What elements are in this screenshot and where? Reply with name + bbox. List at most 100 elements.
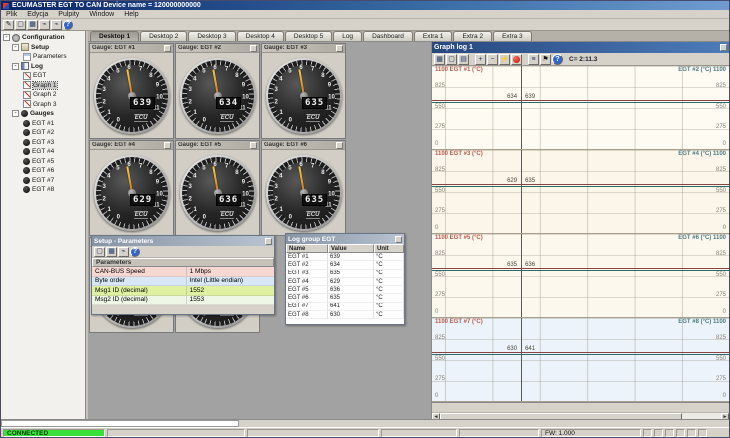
parameter-value[interactable]: 1553 xyxy=(187,296,274,305)
gauge-titlebar[interactable]: Gauge: EGT #6 xyxy=(262,141,345,150)
desktop-tab[interactable]: Desktop 3 xyxy=(188,31,235,41)
column-unit[interactable]: Unit xyxy=(374,244,404,253)
channel-list-icon[interactable]: ≡ xyxy=(528,54,539,65)
graph-cursor-line[interactable] xyxy=(521,318,522,401)
graph-cursor-line[interactable] xyxy=(521,66,522,149)
log-table-row[interactable]: EGT #1 639 °C xyxy=(286,253,404,261)
tree-item-egt-3[interactable]: EGT #3 xyxy=(1,138,85,148)
desktop-tab[interactable]: Extra 3 xyxy=(493,31,532,41)
desktop-tab[interactable]: Desktop 4 xyxy=(237,31,284,41)
parameter-value[interactable]: 1 Mbps xyxy=(187,267,274,276)
tree-item-egt-5[interactable]: EGT #5 xyxy=(1,157,85,167)
log-table-row[interactable]: EGT #7 641 °C xyxy=(286,303,404,311)
menu-edycja[interactable]: Edycja xyxy=(22,10,53,18)
gauge-menu-button[interactable] xyxy=(164,45,171,52)
menu-pulpity[interactable]: Pulpity xyxy=(53,10,84,18)
tree-item-egt[interactable]: EGT xyxy=(1,71,85,81)
stop-icon[interactable] xyxy=(511,54,522,65)
save-icon[interactable]: ▦ xyxy=(106,247,117,257)
column-value[interactable]: Value xyxy=(328,244,374,253)
gauge-menu-button[interactable] xyxy=(250,142,257,149)
parameters-window-titlebar[interactable]: Setup - Parameters xyxy=(92,236,274,246)
tree-item-egt-8[interactable]: EGT #8 xyxy=(1,185,85,195)
help-icon[interactable]: ? xyxy=(63,20,73,30)
disconnect-icon[interactable]: ⌁ xyxy=(51,20,62,30)
marker-flag-icon[interactable]: ⚑ xyxy=(540,54,551,65)
desktop-tab[interactable]: Log xyxy=(333,31,362,41)
open-icon[interactable]: ▢ xyxy=(446,54,457,65)
tree-item-egt-4[interactable]: EGT #4 xyxy=(1,147,85,157)
graph-titlebar[interactable]: Graph log 1 xyxy=(432,42,729,53)
gauge-titlebar[interactable]: Gauge: EGT #1 xyxy=(90,44,173,53)
desktop-tab[interactable]: Extra 2 xyxy=(453,31,492,41)
collapse-icon[interactable]: - xyxy=(12,44,19,51)
print-icon[interactable]: ▤ xyxy=(458,54,469,65)
zoom-out-icon[interactable]: − xyxy=(487,54,498,65)
log-table-row[interactable]: EGT #2 634 °C xyxy=(286,261,404,269)
help-icon[interactable]: ? xyxy=(552,54,563,65)
close-icon[interactable] xyxy=(265,238,272,245)
connect-icon[interactable]: ⌁ xyxy=(39,20,50,30)
menu-plik[interactable]: Plik xyxy=(1,10,22,18)
log-table-row[interactable]: EGT #8 630 °C xyxy=(286,311,404,319)
parameter-row[interactable]: CAN-BUS Speed 1 Mbps xyxy=(92,267,274,277)
tree-item-graph-1[interactable]: Graph 1 xyxy=(1,81,85,91)
gauge-menu-button[interactable] xyxy=(336,142,343,149)
log-table-row[interactable]: EGT #3 635 °C xyxy=(286,270,404,278)
tree-item-egt-2[interactable]: EGT #2 xyxy=(1,128,85,138)
graph-cursor-line[interactable] xyxy=(521,234,522,317)
desktop-tab[interactable]: Desktop 1 xyxy=(90,31,139,41)
parameter-value[interactable]: Intel (Little endian) xyxy=(187,277,274,286)
desktop-hscrollbar[interactable] xyxy=(1,420,239,427)
gauge-titlebar[interactable]: Gauge: EGT #4 xyxy=(90,141,173,150)
collapse-icon[interactable]: - xyxy=(12,63,19,70)
gauge-menu-button[interactable] xyxy=(164,142,171,149)
tree-item-graph-3[interactable]: Graph 3 xyxy=(1,100,85,110)
desktop-tab[interactable]: Desktop 2 xyxy=(140,31,187,41)
graph-strip[interactable]: 1100 EGT #3 (°C) EGT #4 (°C) 1100 825 55… xyxy=(432,150,729,234)
tree-item-setup[interactable]: - Setup xyxy=(1,43,85,53)
live-update-icon[interactable]: ⚡ xyxy=(499,54,510,65)
parameter-row[interactable]: Msg1 ID (decimal) 1552 xyxy=(92,286,274,296)
parameter-row[interactable]: Msg2 ID (decimal) 1553 xyxy=(92,296,274,306)
new-icon[interactable]: ✎ xyxy=(3,20,14,30)
desktop-tab[interactable]: Extra 1 xyxy=(414,31,453,41)
desktop-tab[interactable]: Dashboard xyxy=(363,31,413,41)
title-bar[interactable]: ECUMASTER EGT TO CAN Device name = 12000… xyxy=(1,1,729,10)
tree-item-egt-1[interactable]: EGT #1 xyxy=(1,119,85,129)
gauge-menu-button[interactable] xyxy=(336,45,343,52)
log-table-row[interactable]: EGT #4 629 °C xyxy=(286,278,404,286)
save-icon[interactable]: ▦ xyxy=(27,20,38,30)
tree-item-egt-6[interactable]: EGT #6 xyxy=(1,166,85,176)
graph-strip[interactable]: 1100 EGT #1 (°C) EGT #2 (°C) 1100 825 55… xyxy=(432,66,729,150)
graph-strip[interactable]: 1100 EGT #5 (°C) EGT #6 (°C) 1100 825 55… xyxy=(432,234,729,318)
desktop-tab[interactable]: Desktop 5 xyxy=(285,31,332,41)
graph-strip[interactable]: 1100 EGT #7 (°C) EGT #8 (°C) 1100 825 55… xyxy=(432,318,729,402)
gauge-titlebar[interactable]: Gauge: EGT #5 xyxy=(176,141,259,150)
send-icon[interactable]: ⌁ xyxy=(118,247,129,257)
tree-item-graph-2[interactable]: Graph 2 xyxy=(1,90,85,100)
tree-item-egt-7[interactable]: EGT #7 xyxy=(1,176,85,186)
tree-item-parameters[interactable]: Parameters xyxy=(1,52,85,62)
gauge-menu-button[interactable] xyxy=(250,45,257,52)
column-name[interactable]: Name xyxy=(286,244,328,253)
graph-cursor-line[interactable] xyxy=(521,150,522,233)
tree-item-log[interactable]: - Log xyxy=(1,62,85,72)
parameter-row[interactable]: Byte order Intel (Little endian) xyxy=(92,277,274,287)
tree-item-configuration[interactable]: - Configuration xyxy=(1,33,85,43)
close-icon[interactable] xyxy=(720,44,727,51)
log-window-titlebar[interactable]: Log group EGT xyxy=(286,234,404,244)
menu-window[interactable]: Window xyxy=(84,10,119,18)
close-icon[interactable] xyxy=(395,236,402,243)
gauge-titlebar[interactable]: Gauge: EGT #2 xyxy=(176,44,259,53)
collapse-icon[interactable]: - xyxy=(3,34,10,41)
zoom-in-icon[interactable]: + xyxy=(475,54,486,65)
open-icon[interactable]: ▢ xyxy=(94,247,105,257)
gauge-titlebar[interactable]: Gauge: EGT #3 xyxy=(262,44,345,53)
menu-help[interactable]: Help xyxy=(119,10,143,18)
parameter-value[interactable]: 1552 xyxy=(187,286,274,295)
tree-item-gauges[interactable]: - Gauges xyxy=(1,109,85,119)
log-table-row[interactable]: EGT #6 635 °C xyxy=(286,294,404,302)
log-table-row[interactable]: EGT #5 636 °C xyxy=(286,286,404,294)
open-icon[interactable]: ▢ xyxy=(15,20,26,30)
